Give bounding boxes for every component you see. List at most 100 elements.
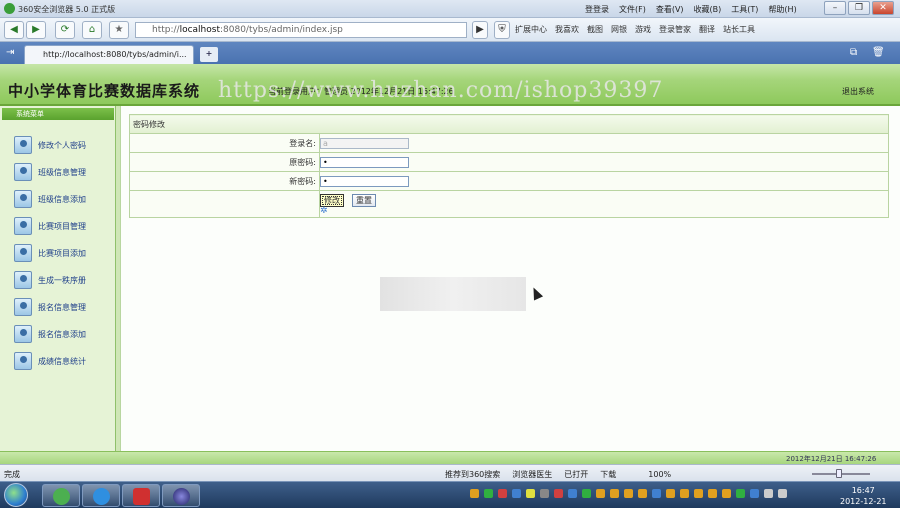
old-password-field[interactable] — [320, 156, 409, 168]
refresh-button[interactable]: ⟳ — [55, 21, 75, 39]
sidebar-item-change-password[interactable]: 修改个人密码 — [14, 136, 114, 154]
qq-icon[interactable] — [680, 489, 689, 498]
taskbar-eclipse[interactable] — [162, 484, 200, 507]
browser-statusbar: 完成 推荐到360搜索 浏览器医生 已打开 下载 100% — [0, 464, 900, 481]
ext-login-manager-button[interactable]: 登录管家 — [659, 24, 691, 35]
qq-icon[interactable] — [596, 489, 605, 498]
sidebar-item-signup-manage[interactable]: 报名信息管理 — [14, 298, 114, 316]
tray-icon[interactable] — [526, 489, 535, 498]
old-password-label: 原密码: — [129, 152, 320, 172]
speaker-icon[interactable] — [764, 489, 773, 498]
sidebar-item-score-stats[interactable]: 成绩信息统计 — [14, 352, 114, 370]
back-button[interactable]: ◀ — [4, 21, 24, 39]
windows-taskbar: 16:47 2012-12-21 — [0, 481, 900, 508]
new-password-field[interactable] — [320, 175, 409, 187]
tray-icon[interactable] — [554, 489, 563, 498]
qq-icon[interactable] — [638, 489, 647, 498]
new-tab-button[interactable]: + — [200, 47, 218, 62]
sidebar-item-class-add[interactable]: 班级信息添加 — [14, 190, 114, 208]
login-name-field — [320, 137, 409, 149]
trash-icon[interactable]: 🗑 — [872, 47, 885, 58]
url-field[interactable]: http://localhost:8080/tybs/admin/index.j… — [135, 22, 467, 38]
system-clock[interactable]: 16:47 2012-12-21 — [840, 485, 887, 507]
close-window-button[interactable]: ✕ — [872, 1, 894, 15]
app-footer: 2012年12月21日 16:47:26 — [0, 451, 900, 464]
zoom-level[interactable]: 100% — [648, 470, 671, 479]
menu-view[interactable]: 查看(V) — [656, 4, 684, 15]
browser-logo-icon — [4, 3, 15, 14]
user-icon — [14, 298, 32, 316]
qq-icon[interactable] — [694, 489, 703, 498]
tab-list-icon[interactable]: ⧉ — [850, 47, 857, 58]
menu-tools[interactable]: 工具(T) — [731, 4, 758, 15]
new-password-label: 新密码: — [129, 171, 320, 191]
download-button[interactable]: 下载 — [600, 469, 616, 480]
qq-icon[interactable] — [722, 489, 731, 498]
taskbar-app-red[interactable] — [122, 484, 160, 507]
menu-file[interactable]: 文件(F) — [619, 4, 646, 15]
home-button[interactable]: ⌂ — [82, 21, 102, 39]
tray-icon[interactable] — [750, 489, 759, 498]
status-text: 完成 — [4, 470, 20, 479]
favorite-star-icon[interactable]: ★ — [109, 21, 129, 39]
network-icon[interactable] — [778, 489, 787, 498]
taskbar-360-browser[interactable] — [42, 484, 80, 507]
sidebar-item-event-add[interactable]: 比赛项目添加 — [14, 244, 114, 262]
sidebar-item-label: 报名信息添加 — [38, 329, 86, 339]
user-icon — [14, 217, 32, 235]
qq-icon[interactable] — [624, 489, 633, 498]
ext-webmaster-button[interactable]: 站长工具 — [723, 24, 755, 35]
forward-button[interactable]: ▶ — [26, 21, 46, 39]
ext-like-button[interactable]: 我喜欢 — [555, 24, 579, 35]
maximize-button[interactable]: ❐ — [848, 1, 870, 15]
qq-icon[interactable] — [610, 489, 619, 498]
menu-help[interactable]: 帮助(H) — [768, 4, 796, 15]
tray-icon[interactable] — [582, 489, 591, 498]
statusbar-tools: 推荐到360搜索 浏览器医生 已打开 下载 100% — [445, 469, 671, 480]
ext-center-button[interactable]: 扩展中心 — [515, 24, 547, 35]
tray-icon[interactable] — [736, 489, 745, 498]
minimize-button[interactable]: – — [824, 1, 846, 15]
browser-extensions: 扩展中心 我喜欢 截图 网银 游戏 登录管家 翻译 站长工具 — [515, 24, 755, 35]
qq-icon[interactable] — [666, 489, 675, 498]
tray-icon[interactable] — [470, 489, 479, 498]
security-shield-icon[interactable]: ⛨ — [494, 21, 510, 39]
tray-icon[interactable] — [498, 489, 507, 498]
user-icon — [14, 271, 32, 289]
tray-icon[interactable] — [568, 489, 577, 498]
reset-button[interactable]: 重置 — [352, 194, 376, 207]
browser-doctor-button[interactable]: 浏览器医生 — [512, 469, 552, 480]
qq-icon[interactable] — [708, 489, 717, 498]
sidebar-item-label: 比赛项目管理 — [38, 221, 86, 231]
sidebar-item-class-manage[interactable]: 班级信息管理 — [14, 163, 114, 181]
zoom-slider-handle[interactable] — [836, 469, 842, 478]
tray-icon[interactable] — [512, 489, 521, 498]
tray-icon[interactable] — [484, 489, 493, 498]
buttons-spacer — [129, 190, 320, 218]
eclipse-icon — [173, 488, 190, 505]
menu-favorites[interactable]: 收藏(B) — [694, 4, 722, 15]
sidebar-item-signup-add[interactable]: 报名信息添加 — [14, 325, 114, 343]
watermark-text: https://www.huzhan.com/ishop39397 — [218, 78, 664, 103]
ext-game-button[interactable]: 游戏 — [635, 24, 651, 35]
sidebar-toggle-icon[interactable]: ⇥ — [6, 47, 14, 58]
app-header: 中小学体育比赛数据库系统 当前登录用户：管理员 2012年12月21日 16:4… — [0, 64, 900, 106]
recommend-search-button[interactable]: 推荐到360搜索 — [445, 469, 500, 480]
tab-admin-index[interactable]: http://localhost:8080/tybs/admin/i... — [24, 45, 194, 64]
user-icon — [14, 244, 32, 262]
start-button[interactable] — [4, 483, 28, 507]
ext-translate-button[interactable]: 翻译 — [699, 24, 715, 35]
logout-link[interactable]: 退出系统 — [842, 86, 874, 97]
ext-screenshot-button[interactable]: 截图 — [587, 24, 603, 35]
sidebar-item-label: 成绩信息统计 — [38, 356, 86, 366]
opened-button[interactable]: 已打开 — [564, 469, 588, 480]
menu-login[interactable]: 登登录 — [585, 4, 609, 15]
tray-icon[interactable] — [540, 489, 549, 498]
taskbar-ie[interactable] — [82, 484, 120, 507]
sidebar-item-order-book[interactable]: 生成一秩序册 — [14, 271, 114, 289]
go-button[interactable]: ▶ — [472, 21, 488, 39]
ext-bank-button[interactable]: 网银 — [611, 24, 627, 35]
address-toolbar: ◀ ▶ ⟳ ⌂ ★ http://localhost:8080/tybs/adm… — [0, 18, 900, 42]
sidebar-item-event-manage[interactable]: 比赛项目管理 — [14, 217, 114, 235]
tray-icon[interactable] — [652, 489, 661, 498]
